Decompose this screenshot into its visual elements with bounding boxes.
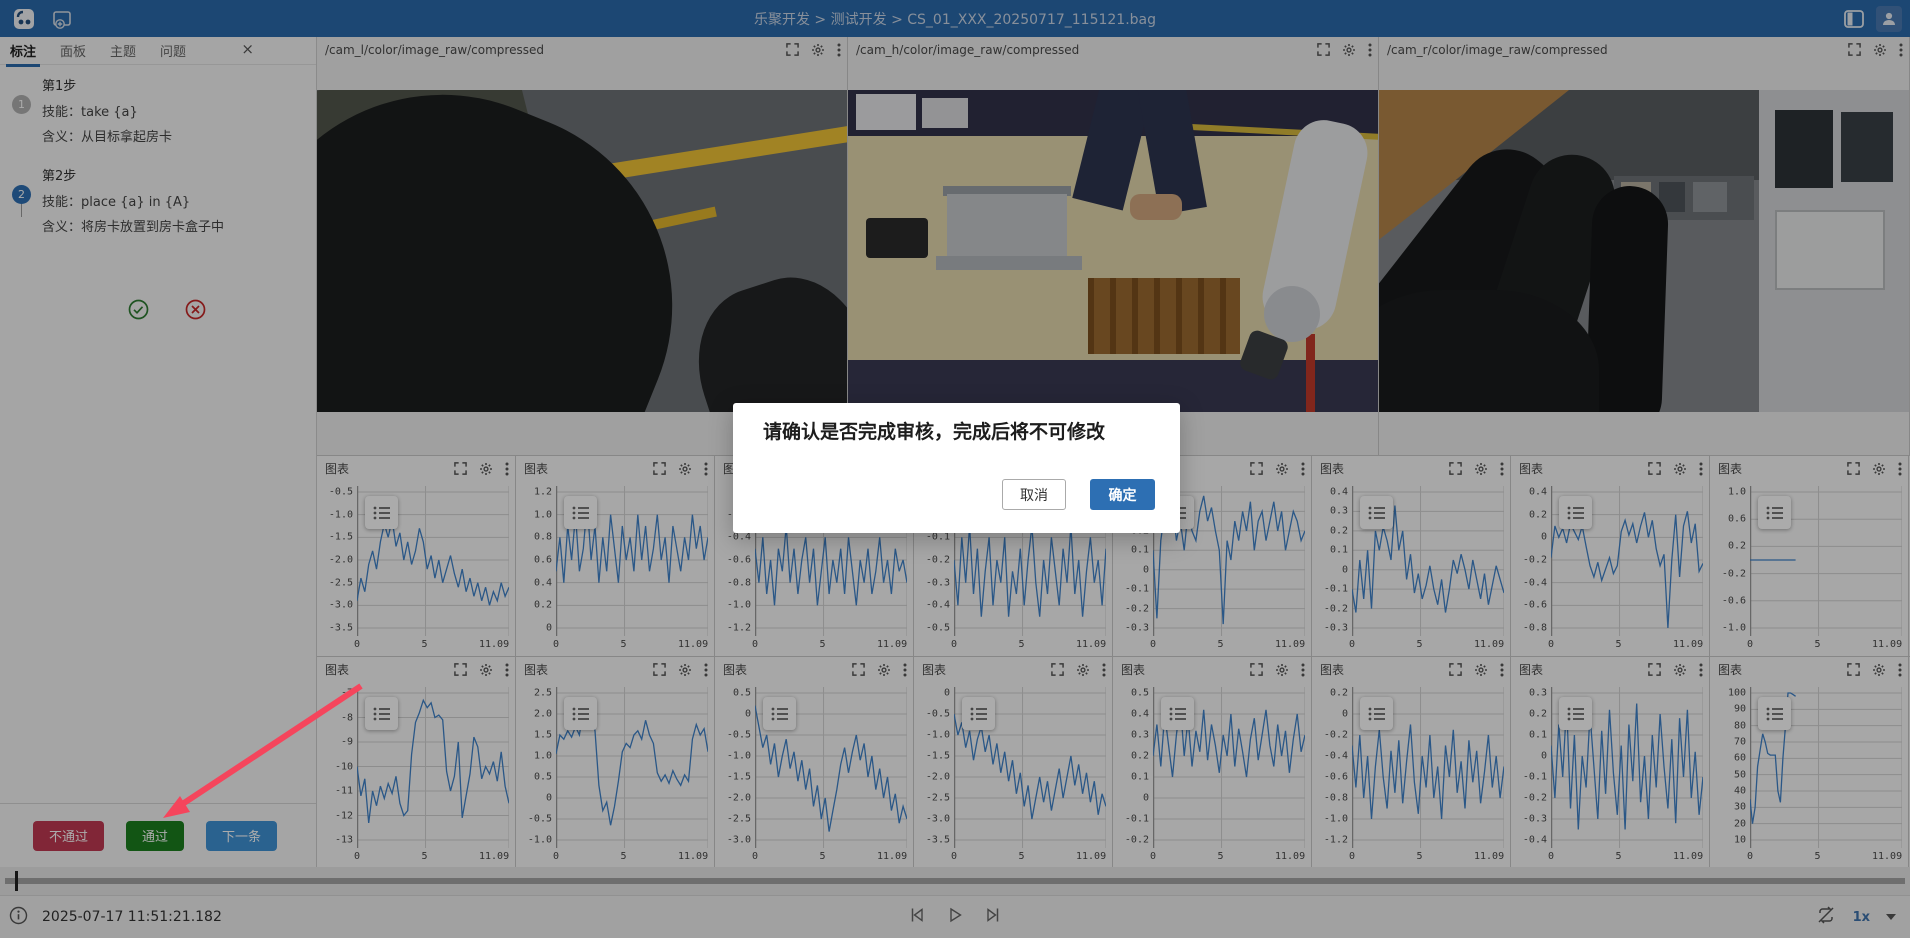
dialog-title: 请确认是否完成审核，完成后将不可修改 [763,417,1105,444]
confirm-review-dialog: 请确认是否完成审核，完成后将不可修改 取消 确定 [733,403,1180,533]
app-window: 乐聚开发 > 测试开发 > CS_01_XXX_20250717_115121.… [0,0,1910,938]
dialog-cancel-button[interactable]: 取消 [1002,479,1066,510]
dialog-confirm-button[interactable]: 确定 [1090,479,1155,510]
